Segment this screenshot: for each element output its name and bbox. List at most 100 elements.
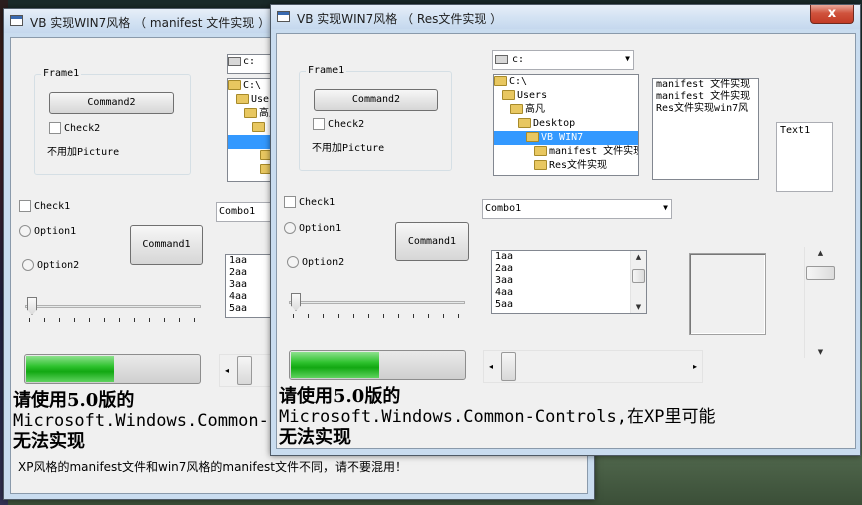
progress-bar xyxy=(24,354,201,384)
scroll-left-icon[interactable]: ◂ xyxy=(220,355,234,386)
chevron-down-icon[interactable]: ▼ xyxy=(625,54,630,63)
option1-dot[interactable] xyxy=(19,225,31,237)
tree-node[interactable]: 高凡 xyxy=(228,107,270,121)
option2-dot[interactable] xyxy=(287,256,299,268)
window-title: VB 实现WIN7风格 （ manifest 文件实现 ） xyxy=(30,16,271,30)
list-item[interactable]: 3aa xyxy=(492,275,646,287)
option1-radio[interactable]: Option1 xyxy=(19,225,76,237)
list-item[interactable]: 2aa xyxy=(226,267,272,279)
list-item[interactable]: 5aa xyxy=(492,299,646,311)
command2-button[interactable]: Command2 xyxy=(314,89,438,111)
option2-radio[interactable]: Option2 xyxy=(22,259,79,271)
tree-node[interactable] xyxy=(228,163,270,177)
slider-thumb[interactable] xyxy=(27,297,37,315)
scroll-right-icon[interactable]: ▸ xyxy=(688,351,702,382)
tree-node[interactable]: Res文件实现 xyxy=(494,159,638,173)
big-label-line3: 无法实现 xyxy=(279,427,351,448)
hscroll1[interactable]: ◂ ▸ xyxy=(483,350,703,383)
slider1[interactable] xyxy=(25,297,201,323)
drive-label: c: xyxy=(243,56,256,67)
text1-input[interactable]: Text1 xyxy=(776,122,833,192)
list-item[interactable]: 5aa xyxy=(226,303,272,315)
combo1[interactable]: Combo1 ▼ xyxy=(482,199,672,219)
tree-node-selected[interactable]: VB WIN7 xyxy=(494,131,638,145)
tree-node[interactable]: Users xyxy=(494,89,638,103)
folder-tree[interactable]: C:\ Users 高凡 xyxy=(227,78,271,182)
scroll-up-icon[interactable]: ▲ xyxy=(805,247,836,259)
drive-list[interactable]: c: xyxy=(227,54,271,74)
scroll-up-icon[interactable]: ▲ xyxy=(631,251,646,263)
list1[interactable]: 1aa 2aa 3aa 4aa 5aa ▲ ▼ xyxy=(491,250,647,314)
option1-label: Option1 xyxy=(34,226,77,237)
check2-checkbox[interactable]: Check2 xyxy=(49,122,100,134)
tree-node[interactable] xyxy=(228,149,270,163)
big-label-line2: Microsoft.Windows.Common-Controls,在XP里可能 xyxy=(279,407,716,427)
list-item[interactable]: 3aa xyxy=(226,279,272,291)
chevron-down-icon[interactable]: ▼ xyxy=(663,203,668,212)
tree-node[interactable]: Users xyxy=(228,93,270,107)
check1-box[interactable] xyxy=(19,200,31,212)
list1[interactable]: 1aa 2aa 3aa 4aa 5aa xyxy=(225,254,273,318)
file-item[interactable]: Res文件实现win7风 xyxy=(653,103,758,115)
tree-label: Desktop xyxy=(533,118,576,129)
tree-node[interactable]: Desktop xyxy=(494,117,638,131)
list1-scrollbar[interactable]: ▲ ▼ xyxy=(630,251,646,313)
option2-radio[interactable]: Option2 xyxy=(287,256,344,268)
command1-button[interactable]: Command1 xyxy=(395,222,469,261)
folder-icon xyxy=(494,76,507,86)
file-item[interactable]: manifest 文件实现 xyxy=(653,91,758,103)
folder-icon xyxy=(244,108,257,118)
scroll-thumb[interactable] xyxy=(501,352,516,381)
list-item[interactable]: 4aa xyxy=(492,287,646,299)
list-item[interactable]: 1aa xyxy=(492,251,646,263)
check1-checkbox[interactable]: Check1 xyxy=(284,196,335,208)
scroll-down-icon[interactable]: ▼ xyxy=(631,301,646,313)
tree-node[interactable]: C:\ xyxy=(494,75,638,89)
list-item[interactable]: 1aa xyxy=(226,255,272,267)
command2-button[interactable]: Command2 xyxy=(49,92,174,114)
check2-box[interactable] xyxy=(49,122,61,134)
tree-node[interactable]: 高凡 xyxy=(494,103,638,117)
tree-label: Users xyxy=(251,94,270,105)
check1-box[interactable] xyxy=(284,196,296,208)
drive-item[interactable]: c: xyxy=(228,55,270,69)
folder-tree[interactable]: C:\ Users 高凡 Desktop VB WIN7 manifest 文件… xyxy=(493,74,639,176)
scroll-left-icon[interactable]: ◂ xyxy=(484,351,498,382)
slider-track xyxy=(289,301,465,304)
list-item[interactable]: 4aa xyxy=(226,291,272,303)
tree-node-selected[interactable] xyxy=(228,135,270,149)
drive-list[interactable]: c: ▼ xyxy=(492,50,634,70)
title-bar[interactable]: VB 实现WIN7风格 （ Res文件实现 ） x xyxy=(271,5,860,29)
drive-label: c: xyxy=(512,54,525,65)
file-list[interactable]: manifest 文件实现 manifest 文件实现 Res文件实现win7风 xyxy=(652,78,759,180)
tree-node[interactable]: C:\ xyxy=(228,79,270,93)
vscroll1[interactable]: ▲ ▼ xyxy=(804,247,836,358)
slider1[interactable] xyxy=(289,293,465,319)
combo1[interactable]: Combo1 xyxy=(216,202,272,222)
folder-icon xyxy=(518,118,531,128)
no-picture-label: 不用加Picture xyxy=(47,147,120,158)
option2-dot[interactable] xyxy=(22,259,34,271)
file-item[interactable]: manifest 文件实现 xyxy=(653,79,758,91)
frame1-label: Frame1 xyxy=(306,65,347,76)
tree-label: C:\ xyxy=(509,76,528,87)
scroll-down-icon[interactable]: ▼ xyxy=(805,346,836,358)
check2-checkbox[interactable]: Check2 xyxy=(313,118,364,130)
command1-button[interactable]: Command1 xyxy=(130,225,203,265)
scroll-thumb[interactable] xyxy=(632,269,645,283)
list-item[interactable]: 2aa xyxy=(492,263,646,275)
option1-dot[interactable] xyxy=(284,222,296,234)
tree-node[interactable] xyxy=(228,121,270,135)
window-res[interactable]: VB 实现WIN7风格 （ Res文件实现 ） x Frame1 Command… xyxy=(270,4,861,456)
slider-thumb[interactable] xyxy=(291,293,301,311)
combo1-value: Combo1 xyxy=(219,206,256,217)
check1-checkbox[interactable]: Check1 xyxy=(19,200,70,212)
scroll-thumb[interactable] xyxy=(806,266,835,280)
option1-radio[interactable]: Option1 xyxy=(284,222,341,234)
folder-icon xyxy=(502,90,515,100)
close-button[interactable]: x xyxy=(810,5,854,24)
scroll-thumb[interactable] xyxy=(237,356,252,385)
big-label-line1: 请使用5.0版的 xyxy=(279,386,401,407)
tree-node[interactable]: manifest 文件实现 xyxy=(494,145,638,159)
check2-box[interactable] xyxy=(313,118,325,130)
